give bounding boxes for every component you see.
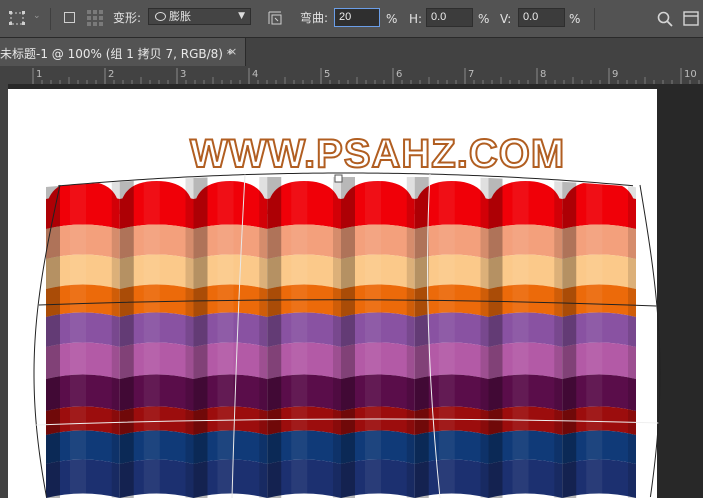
ruler-label: 2 — [108, 69, 114, 80]
workspace-icon[interactable] — [683, 11, 699, 27]
ruler-label: 9 — [612, 69, 618, 80]
panel-shadow — [341, 177, 355, 498]
options-bar: ⌄ 变形: 膨胀 ▼ 弯曲: 20 % H: 0.0 % V: 0.0 % — [0, 0, 703, 38]
bend-unit: % — [386, 12, 398, 26]
h-unit: % — [478, 12, 490, 26]
panel-shadow — [46, 177, 60, 498]
v-distortion-input[interactable]: 0.0 — [518, 8, 565, 27]
ruler-label: 7 — [468, 69, 474, 80]
panel-shadow — [480, 177, 489, 498]
tool-preset-chevron-icon[interactable]: ⌄ — [33, 11, 41, 21]
transform-tool-icon[interactable] — [8, 10, 28, 28]
panel-shadow — [414, 177, 429, 498]
h-label: H: — [409, 12, 423, 26]
panel-shadow — [406, 177, 415, 498]
panel-highlight — [217, 177, 234, 498]
panel-shadow — [185, 177, 194, 498]
panel-highlight — [438, 177, 455, 498]
ruler-label: 5 — [324, 69, 330, 80]
panel-shadow — [333, 177, 341, 498]
ruler-label: 3 — [180, 69, 186, 80]
panel-shadow — [111, 177, 120, 498]
v-label: V: — [500, 12, 512, 26]
panel-highlight — [586, 177, 603, 498]
panel-highlight — [291, 177, 308, 498]
panel-highlight — [70, 177, 86, 498]
bend-label: 弯曲: — [300, 11, 329, 25]
reference-point-checkbox[interactable] — [64, 12, 75, 23]
ruler-label: 10 — [684, 69, 697, 80]
warp-orientation-icon[interactable] — [266, 9, 284, 27]
h-distortion-input[interactable]: 0.0 — [426, 8, 473, 27]
ruler-label: 1 — [36, 69, 42, 80]
reference-point-grid-icon[interactable] — [86, 9, 104, 27]
search-icon[interactable] — [657, 11, 673, 27]
ruler-label: 4 — [252, 69, 258, 80]
panel-shadow — [628, 177, 636, 498]
panel-shadow — [267, 177, 282, 498]
panel-highlight — [143, 177, 160, 498]
panel-shadow — [488, 177, 503, 498]
panel-highlight — [365, 177, 381, 498]
document-tab-title[interactable]: 未标题-1 @ 100% (组 1 拷贝 7, RGB/8) * — [0, 45, 233, 62]
warp-label: 变形: — [113, 11, 142, 25]
panel-shadow — [259, 177, 268, 498]
warp-shape-icon — [155, 12, 166, 21]
v-unit: % — [569, 12, 581, 26]
watermark: WWW.PSAHZ.COM — [189, 131, 566, 177]
close-icon[interactable]: × — [228, 45, 237, 58]
panel-shadow — [554, 177, 563, 498]
chevron-down-icon: ▼ — [238, 11, 245, 21]
ruler-label: 8 — [540, 69, 546, 80]
warp-style-select[interactable]: 膨胀 ▼ — [148, 8, 251, 25]
ruler-label: 6 — [396, 69, 402, 80]
vertical-ruler[interactable] — [0, 84, 8, 498]
bend-input[interactable]: 20 — [334, 8, 380, 27]
panel-shadow — [193, 177, 208, 498]
panel-shadow — [562, 177, 577, 498]
warp-style-value: 膨胀 — [169, 10, 191, 23]
horizontal-ruler[interactable]: 1 2 3 4 5 6 7 8 9 10 — [0, 66, 703, 85]
panel-highlight — [512, 177, 529, 498]
panel-shadow — [119, 177, 134, 498]
